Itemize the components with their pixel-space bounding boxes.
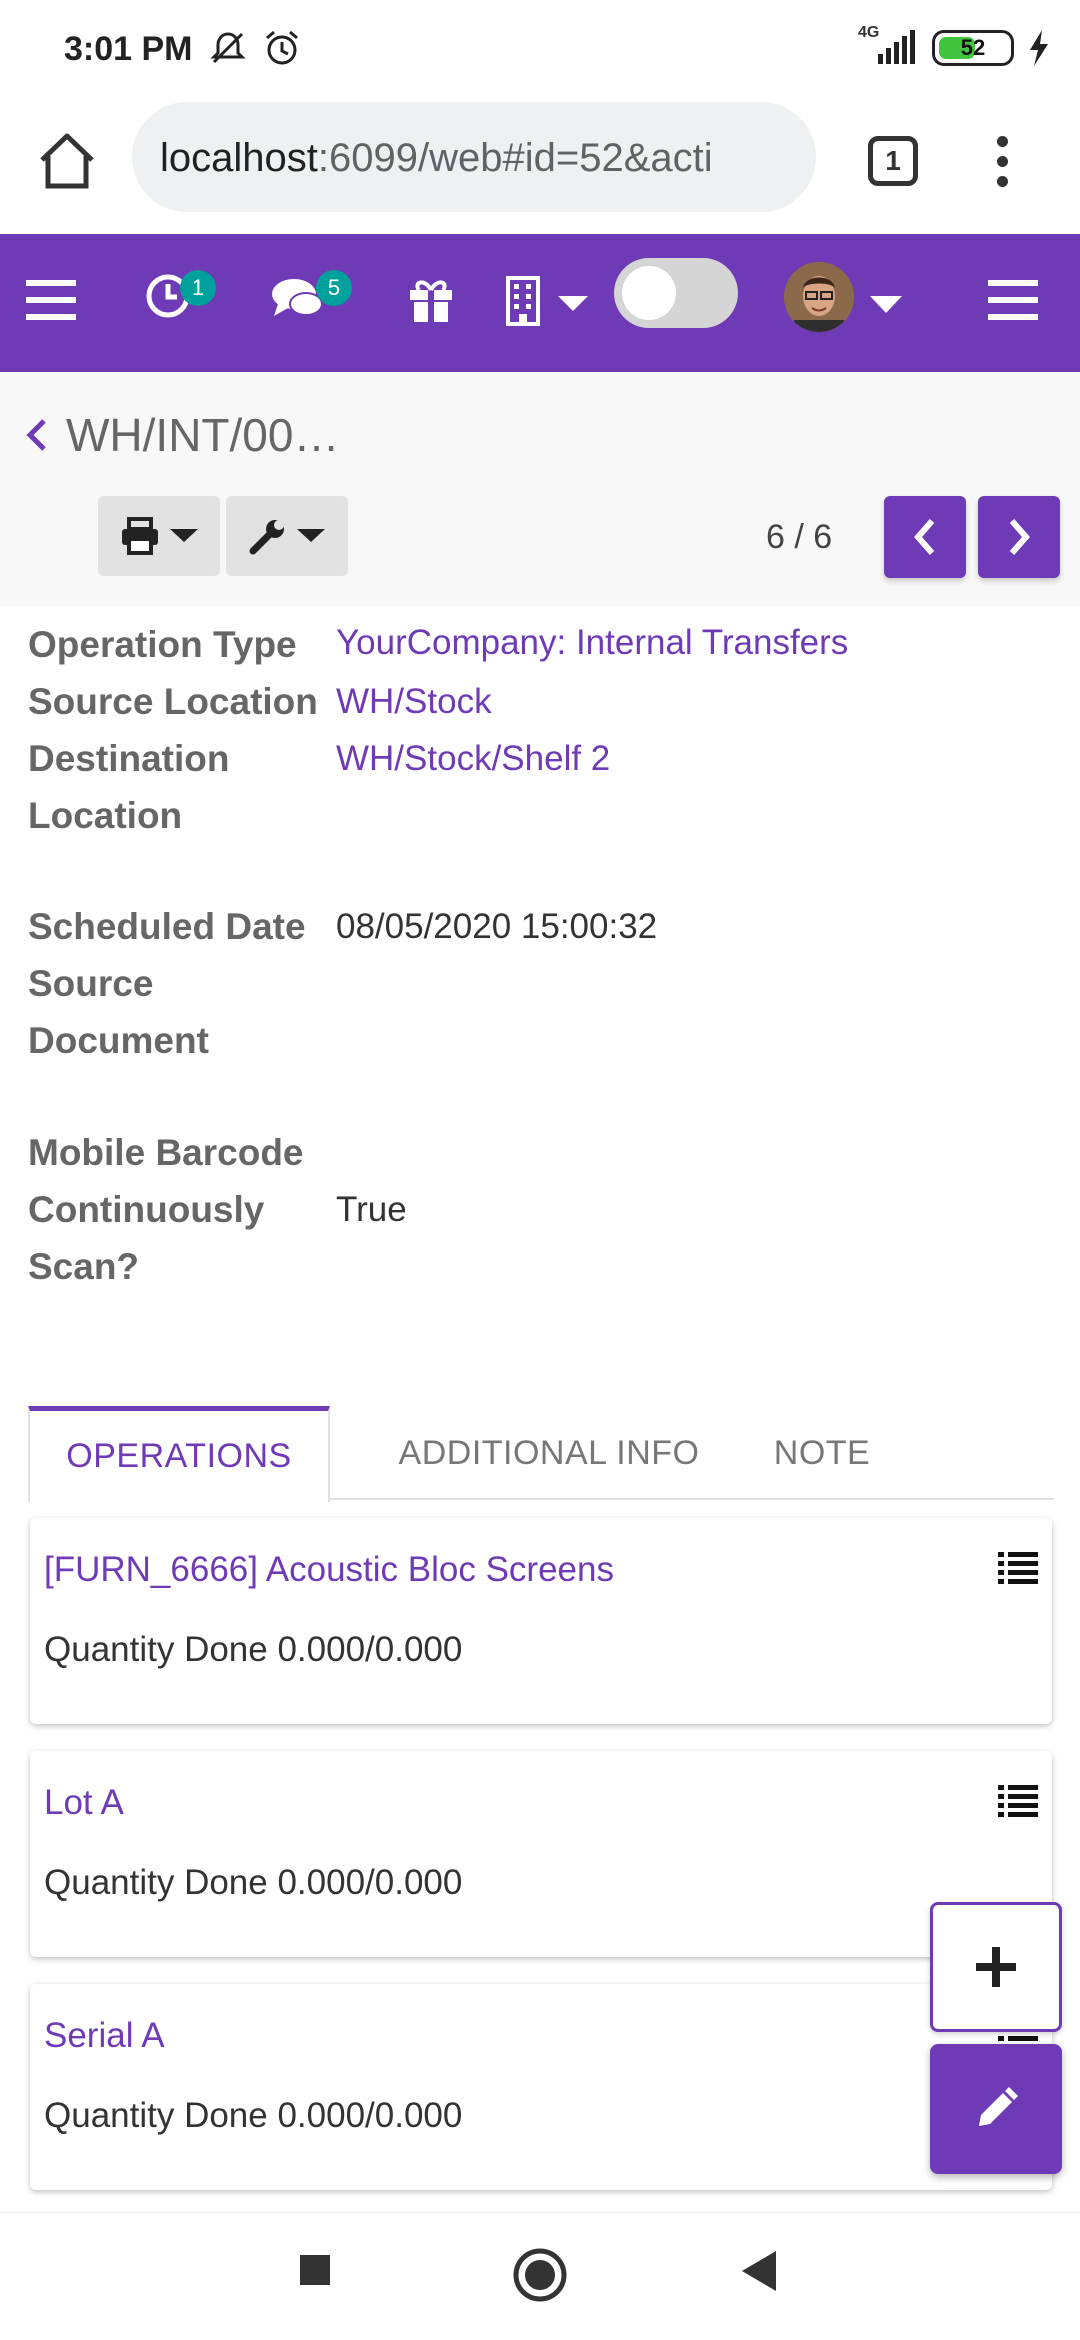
caret-down-icon: [170, 529, 198, 542]
plus-icon: [976, 1947, 1016, 1987]
home-circle-icon[interactable]: [512, 2247, 568, 2303]
field-label-line: Location: [28, 795, 183, 836]
recents-icon[interactable]: [298, 2253, 332, 2287]
breadcrumb[interactable]: WH/INT/00…: [24, 408, 339, 462]
field-label: Source Document: [28, 955, 336, 1069]
operation-product[interactable]: Lot A: [44, 1783, 124, 1823]
field-label: Destination Location: [28, 730, 336, 844]
status-time: 3:01 PM: [64, 30, 193, 68]
operation-product[interactable]: [FURN_6666] Acoustic Bloc Screens: [44, 1550, 614, 1590]
toggle-switch[interactable]: [614, 258, 738, 328]
hamburger-icon[interactable]: [988, 278, 1038, 322]
url-bar[interactable]: localhost:6099/web#id=52&acti: [132, 102, 816, 212]
browser-bar: localhost:6099/web#id=52&acti 1: [0, 96, 1080, 234]
pager-previous-button[interactable]: [884, 496, 966, 578]
notebook-tabs: OPERATIONS ADDITIONAL INFO NOTE: [28, 1406, 1054, 1502]
status-bar: 3:01 PM 4G 52: [0, 0, 1080, 96]
battery-icon: 52: [932, 30, 1014, 66]
company-switcher[interactable]: [506, 272, 592, 328]
signal-icon: 4G: [858, 24, 918, 68]
field-label-line: Scan?: [28, 1246, 140, 1287]
tab-additional-info[interactable]: ADDITIONAL INFO: [356, 1406, 742, 1500]
chevron-left-icon: [914, 519, 935, 555]
activity-badge: 1: [180, 270, 216, 306]
source-location-link[interactable]: WH/Stock: [336, 673, 492, 730]
home-icon[interactable]: [36, 130, 98, 192]
list-item[interactable]: Serial A Quantity Done 0.000/0.000: [30, 1984, 1052, 2190]
top-navbar: 1 5: [0, 234, 1080, 372]
tab-note[interactable]: NOTE: [742, 1406, 902, 1500]
caret-down-icon: [558, 296, 588, 311]
barcode-value: True: [336, 1190, 407, 1229]
menu-icon[interactable]: [26, 278, 76, 322]
edit-button[interactable]: [930, 2044, 1062, 2174]
action-button[interactable]: [226, 496, 348, 576]
field-label-line: Destination: [28, 738, 230, 779]
print-icon: [122, 517, 158, 555]
field-source-location: Source Location WH/Stock: [28, 673, 492, 730]
status-icons-right: 4G 52: [858, 24, 1050, 68]
add-line-button[interactable]: [930, 1902, 1062, 2032]
charging-icon: [1030, 30, 1048, 66]
building-icon: [506, 276, 540, 326]
messages-button[interactable]: 5: [270, 264, 360, 334]
user-menu-caret-icon[interactable]: [870, 296, 902, 314]
field-label: Mobile Barcode Continuously Scan?: [28, 1124, 336, 1295]
field-label-line: Mobile Barcode: [28, 1132, 304, 1173]
scheduled-date-value: 08/05/2020 15:00:32: [336, 907, 658, 946]
chevron-right-icon: [1009, 519, 1030, 555]
chevron-left-icon[interactable]: [24, 415, 50, 455]
status-icons-left: [208, 28, 302, 68]
mute-icon: [210, 32, 246, 64]
field-mobile-barcode: Mobile Barcode Continuously Scan? True: [28, 1124, 407, 1295]
list-item[interactable]: [FURN_6666] Acoustic Bloc Screens Quanti…: [30, 1518, 1052, 1724]
breadcrumb-title: WH/INT/00…: [66, 409, 340, 461]
tabs-icon[interactable]: 1: [868, 136, 918, 186]
more-icon[interactable]: [982, 132, 1022, 192]
activity-button[interactable]: 1: [144, 264, 224, 334]
back-icon[interactable]: [740, 2249, 780, 2293]
pager-next-button[interactable]: [978, 496, 1060, 578]
wrench-icon: [249, 520, 284, 555]
gift-icon[interactable]: [406, 274, 456, 324]
operation-quantity: Quantity Done 0.000/0.000: [44, 2096, 463, 2135]
field-source-document: Source Document: [28, 955, 336, 1069]
field-label-line: Source: [28, 963, 154, 1004]
pencil-icon: [979, 2087, 1018, 2126]
list-item[interactable]: Lot A Quantity Done 0.000/0.000: [30, 1751, 1052, 1957]
tab-operations[interactable]: OPERATIONS: [28, 1406, 330, 1502]
field-label: Scheduled Date: [28, 906, 306, 947]
field-scheduled-date: Scheduled Date 08/05/2020 15:00:32: [28, 898, 657, 955]
pager-value[interactable]: 6 / 6: [766, 518, 832, 557]
operation-type-link[interactable]: YourCompany: Internal Transfers: [336, 616, 848, 673]
field-label-line: Continuously: [28, 1189, 265, 1230]
battery-level: 52: [960, 35, 986, 60]
tab-count: 1: [885, 145, 901, 176]
list-icon[interactable]: [998, 1783, 1038, 1819]
url-host: localhost: [160, 136, 318, 180]
url-path: :6099/web#id=52&acti: [317, 136, 713, 180]
list-icon[interactable]: [998, 1550, 1038, 1586]
url-text: localhost:6099/web#id=52&acti: [160, 136, 713, 181]
destination-location-link[interactable]: WH/Stock/Shelf 2: [336, 730, 610, 844]
print-button[interactable]: [98, 496, 220, 576]
field-label: Operation Type: [28, 624, 297, 665]
field-operation-type: Operation Type YourCompany: Internal Tra…: [28, 616, 848, 673]
messages-badge: 5: [316, 270, 352, 306]
field-label-line: Document: [28, 1020, 209, 1061]
field-label: Source Location: [28, 681, 318, 722]
toggle-knob: [622, 266, 676, 320]
operation-quantity: Quantity Done 0.000/0.000: [44, 1863, 463, 1902]
control-panel: WH/INT/00… 6 / 6: [0, 372, 1080, 606]
operation-product[interactable]: Serial A: [44, 2016, 165, 2056]
android-nav-bar: [0, 2212, 1080, 2340]
operation-quantity: Quantity Done 0.000/0.000: [44, 1630, 463, 1669]
avatar[interactable]: [784, 262, 854, 332]
field-destination-location: Destination Location WH/Stock/Shelf 2: [28, 730, 610, 844]
alarm-icon: [266, 30, 298, 65]
caret-down-icon: [297, 529, 325, 542]
